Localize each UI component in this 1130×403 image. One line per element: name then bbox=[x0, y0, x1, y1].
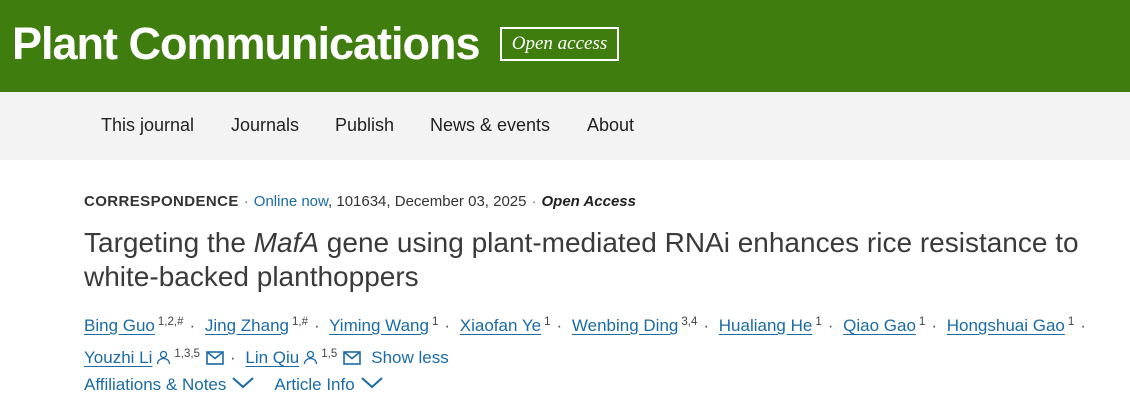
author-separator: · bbox=[1080, 316, 1086, 335]
article-info-label: Article Info bbox=[274, 375, 355, 394]
author-separator: · bbox=[229, 348, 236, 367]
author-affiliation: 1 bbox=[1067, 316, 1075, 328]
title-prefix: Targeting the bbox=[84, 227, 254, 258]
nav-news-events[interactable]: News & events bbox=[430, 114, 550, 136]
author-name[interactable]: Lin Qiu bbox=[245, 348, 299, 367]
article-type: CORRESPONDENCE bbox=[84, 193, 239, 210]
author-name[interactable]: Jing Zhang bbox=[205, 316, 289, 335]
title-gene: MafA bbox=[253, 227, 320, 258]
author-affiliation: 1,5 bbox=[321, 348, 338, 360]
author-affiliation: 1 bbox=[544, 316, 551, 328]
author-name[interactable]: Bing Guo bbox=[84, 316, 155, 335]
author-item: Hualiang He 1 bbox=[719, 316, 822, 335]
meta-separator: · bbox=[243, 193, 249, 210]
author-name[interactable]: Yiming Wang bbox=[329, 316, 429, 335]
author-item: Bing Guo 1,2,# bbox=[84, 316, 183, 335]
nav-journals[interactable]: Journals bbox=[231, 114, 299, 136]
author-item: Qiao Gao 1 bbox=[843, 316, 925, 335]
person-icon bbox=[156, 345, 171, 374]
chevron-down-icon bbox=[232, 373, 255, 395]
chevron-down-icon bbox=[361, 373, 383, 395]
author-affiliation: 1,2,# bbox=[157, 316, 184, 328]
author-name[interactable]: Wenbing Ding bbox=[572, 316, 678, 335]
author-item: Yiming Wang 1 bbox=[329, 316, 438, 335]
affiliations-label: Affiliations & Notes bbox=[84, 375, 227, 394]
envelope-icon[interactable] bbox=[343, 345, 362, 374]
open-access-label: Open Access bbox=[541, 193, 637, 210]
author-name[interactable]: Youzhi Li bbox=[84, 348, 152, 367]
author-separator: · bbox=[314, 316, 320, 335]
author-separator: · bbox=[703, 316, 710, 335]
article-expanders: Affiliations & Notes Article Info bbox=[84, 373, 383, 396]
nav-about[interactable]: About bbox=[587, 114, 634, 136]
author-affiliation: 1 bbox=[431, 316, 439, 328]
author-item: Xiaofan Ye 1 bbox=[460, 316, 551, 335]
person-icon bbox=[303, 345, 318, 374]
author-separator: · bbox=[931, 316, 937, 335]
journal-brand[interactable]: Plant Communications bbox=[12, 18, 481, 70]
article-info-dropdown[interactable]: Article Info bbox=[274, 373, 383, 396]
author-item: Wenbing Ding 3,4 bbox=[572, 316, 697, 335]
author-item: Jing Zhang 1,# bbox=[205, 316, 308, 335]
author-affiliation: 1,# bbox=[292, 316, 308, 328]
journal-banner: Plant Communications Open access bbox=[0, 0, 1130, 92]
article-title: Targeting the MafA gene using plant-medi… bbox=[84, 226, 1124, 294]
show-less-button[interactable]: Show less bbox=[371, 348, 448, 367]
author-name[interactable]: Qiao Gao bbox=[843, 316, 916, 335]
author-separator: · bbox=[827, 316, 834, 335]
author-affiliation: 3,4 bbox=[681, 316, 698, 328]
author-separator: · bbox=[444, 316, 451, 335]
author-name[interactable]: Xiaofan Ye bbox=[460, 316, 541, 335]
article-meta: CORRESPONDENCE · Online now, 101634, Decem… bbox=[84, 192, 636, 212]
author-name[interactable]: Hualiang He bbox=[719, 316, 813, 335]
author-name[interactable]: Hongshuai Gao bbox=[947, 316, 1065, 335]
nav-this-journal[interactable]: This journal bbox=[101, 114, 194, 136]
meta-separator: · bbox=[531, 193, 537, 210]
author-item: Hongshuai Gao 1 bbox=[947, 316, 1075, 335]
main-nav: This journal Journals Publish News & eve… bbox=[0, 92, 1130, 160]
envelope-icon[interactable] bbox=[206, 345, 224, 374]
author-item: Lin Qiu 1,5 bbox=[245, 348, 362, 367]
online-now-link[interactable]: Online now bbox=[254, 193, 328, 210]
author-affiliation: 1 bbox=[815, 316, 822, 328]
open-access-badge: Open access bbox=[500, 27, 619, 61]
article-citation: , 101634, December 03, 2025 bbox=[328, 193, 527, 210]
author-separator: · bbox=[189, 316, 196, 335]
affiliations-notes-dropdown[interactable]: Affiliations & Notes bbox=[84, 373, 255, 396]
nav-publish[interactable]: Publish bbox=[335, 114, 394, 136]
author-list: Bing Guo 1,2,# · Jing Zhang 1,# · Yiming Wan… bbox=[84, 308, 1130, 374]
author-separator: · bbox=[556, 316, 563, 335]
author-affiliation: 1 bbox=[918, 316, 926, 328]
author-item: Youzhi Li 1,3,5 bbox=[84, 348, 224, 367]
author-affiliation: 1,3,5 bbox=[174, 348, 200, 360]
